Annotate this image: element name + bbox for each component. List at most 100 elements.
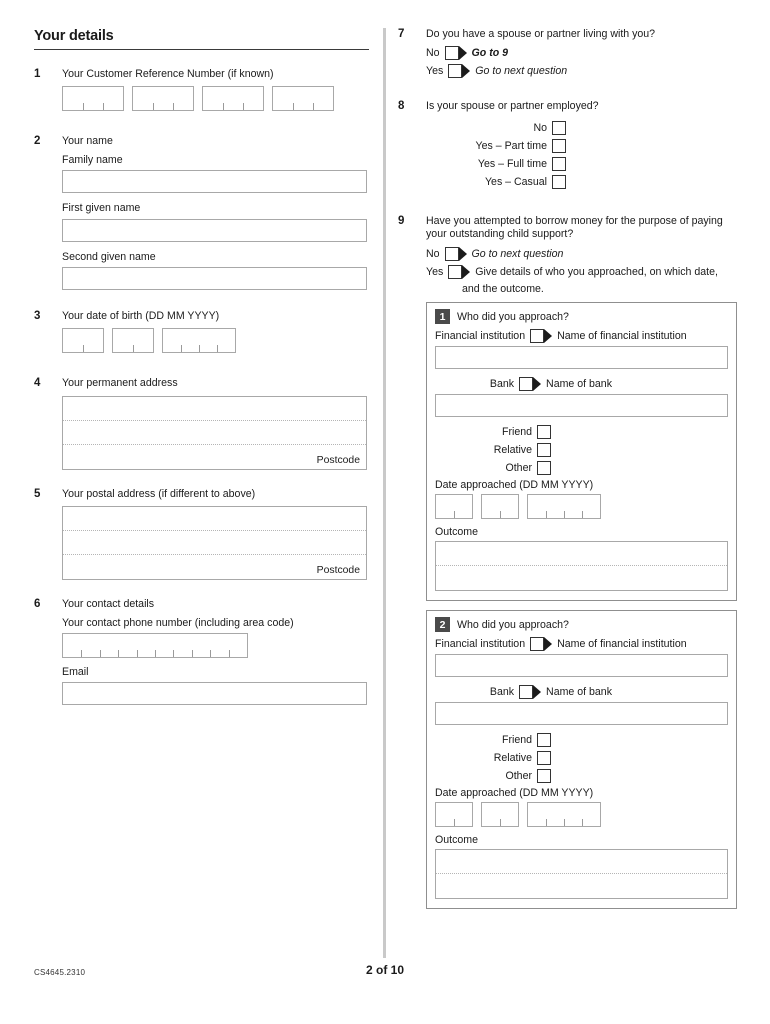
question-6: 6 Your contact details Your contact phon… (34, 598, 369, 706)
option-yes[interactable]: Yes Give details of who you approached, … (426, 264, 736, 279)
question-9: 9 Have you attempted to borrow money for… (398, 214, 737, 910)
checkbox[interactable] (530, 637, 545, 652)
crn-group-3[interactable] (202, 86, 264, 112)
checkbox[interactable] (537, 733, 551, 748)
date-day[interactable] (435, 802, 473, 828)
second-given-name-input[interactable] (62, 267, 367, 291)
page-title: Your details (34, 28, 114, 44)
date-of-birth-input[interactable] (62, 328, 369, 354)
checkbox[interactable] (537, 461, 551, 476)
option-label: Bank (489, 686, 515, 699)
checkbox[interactable] (537, 751, 551, 766)
option-no[interactable]: No Go to next question (426, 246, 736, 261)
option-relative[interactable]: Relative (435, 751, 551, 766)
outcome-input[interactable] (435, 849, 728, 900)
checkbox[interactable] (537, 443, 551, 458)
checkbox[interactable] (552, 138, 566, 153)
checkbox[interactable] (519, 685, 534, 700)
dob-year[interactable] (162, 328, 236, 354)
phone-number-input[interactable] (62, 633, 248, 659)
dob-month[interactable] (112, 328, 154, 354)
address-line-2[interactable] (63, 421, 366, 445)
checkbox[interactable] (530, 329, 545, 344)
crn-group-4[interactable] (272, 86, 334, 112)
bank-name-input[interactable] (435, 702, 728, 726)
checkbox[interactable] (444, 46, 459, 61)
arrow-icon (544, 637, 553, 652)
option-financial-institution[interactable]: Financial institution Name of financial … (435, 637, 728, 652)
option-bank[interactable]: Bank Name of bank (435, 377, 728, 392)
family-name-input[interactable] (62, 170, 367, 194)
option-financial-institution[interactable]: Financial institution Name of financial … (435, 329, 728, 344)
option-other[interactable]: Other (435, 769, 551, 784)
bank-name-input[interactable] (435, 394, 728, 418)
question-label: Your postal address (if different to abo… (62, 487, 256, 500)
email-input[interactable] (62, 682, 367, 706)
option-label: Relative (493, 444, 532, 457)
option-full-time[interactable]: Yes – Full time (426, 156, 566, 171)
checkbox[interactable] (448, 64, 463, 79)
date-year[interactable] (527, 802, 601, 828)
question-label: Have you attempted to borrow money for t… (426, 214, 723, 241)
question-number: 4 (34, 377, 41, 390)
outcome-label: Outcome (435, 526, 478, 539)
outcome-input[interactable] (435, 541, 728, 592)
option-other[interactable]: Other (435, 461, 551, 476)
option-part-time[interactable]: Yes – Part time (426, 138, 566, 153)
checkbox[interactable] (444, 246, 459, 261)
date-month[interactable] (481, 494, 519, 520)
option-bank[interactable]: Bank Name of bank (435, 685, 728, 700)
checkbox[interactable] (519, 377, 534, 392)
page-number: 2 of 10 (365, 963, 404, 977)
first-given-name-input[interactable] (62, 218, 367, 242)
option-no[interactable]: No (426, 120, 566, 135)
right-column: 7 Do you have a spouse or partner living… (398, 28, 737, 926)
checkbox[interactable] (448, 264, 463, 279)
outcome-line-1[interactable] (436, 850, 727, 875)
outcome-line-2[interactable] (436, 874, 727, 898)
outcome-line-1[interactable] (436, 542, 727, 567)
dob-day[interactable] (62, 328, 104, 354)
financial-institution-name-input[interactable] (435, 346, 728, 370)
crn-group-1[interactable] (62, 86, 124, 112)
postcode-label: Postcode (316, 454, 360, 466)
date-approached-label: Date approached (DD MM YYYY) (435, 787, 594, 800)
address-line-2[interactable] (63, 531, 366, 556)
option-label: No (426, 247, 440, 260)
address-line-3[interactable]: Postcode (63, 445, 366, 469)
option-instruction: Give details of who you approached, on w… (475, 265, 718, 278)
checkbox[interactable] (552, 174, 566, 189)
option-instruction-line2: and the outcome. (462, 282, 544, 295)
panel-badge: 1 (435, 309, 450, 325)
question-label: Your date of birth (DD MM YYYY) (62, 310, 220, 323)
option-relative[interactable]: Relative (435, 443, 551, 458)
option-friend[interactable]: Friend (435, 425, 551, 440)
form-page: Your details 1 Your Customer Reference N… (0, 0, 770, 1024)
phone-label: Your contact phone number (including are… (62, 616, 294, 629)
date-approached-input[interactable] (435, 494, 728, 520)
option-label: Yes – Part time (475, 139, 547, 152)
checkbox[interactable] (552, 120, 566, 135)
customer-reference-number-input[interactable] (62, 86, 369, 112)
option-friend[interactable]: Friend (435, 733, 551, 748)
option-yes[interactable]: Yes Go to next question (426, 64, 736, 79)
option-casual[interactable]: Yes – Casual (426, 174, 566, 189)
arrow-icon (458, 246, 467, 261)
crn-group-2[interactable] (132, 86, 194, 112)
checkbox[interactable] (537, 425, 551, 440)
date-month[interactable] (481, 802, 519, 828)
address-line-1[interactable] (63, 397, 366, 421)
checkbox[interactable] (552, 156, 566, 171)
date-day[interactable] (435, 494, 473, 520)
address-line-1[interactable] (63, 507, 366, 532)
postal-address-input[interactable]: Postcode (62, 506, 367, 581)
date-approached-input[interactable] (435, 802, 728, 828)
outcome-line-2[interactable] (436, 566, 727, 590)
option-label: No (533, 121, 547, 134)
date-year[interactable] (527, 494, 601, 520)
checkbox[interactable] (537, 769, 551, 784)
address-line-3[interactable]: Postcode (63, 555, 366, 579)
option-no[interactable]: No Go to 9 (426, 46, 736, 61)
financial-institution-name-input[interactable] (435, 654, 728, 678)
permanent-address-input[interactable]: Postcode (62, 395, 367, 470)
